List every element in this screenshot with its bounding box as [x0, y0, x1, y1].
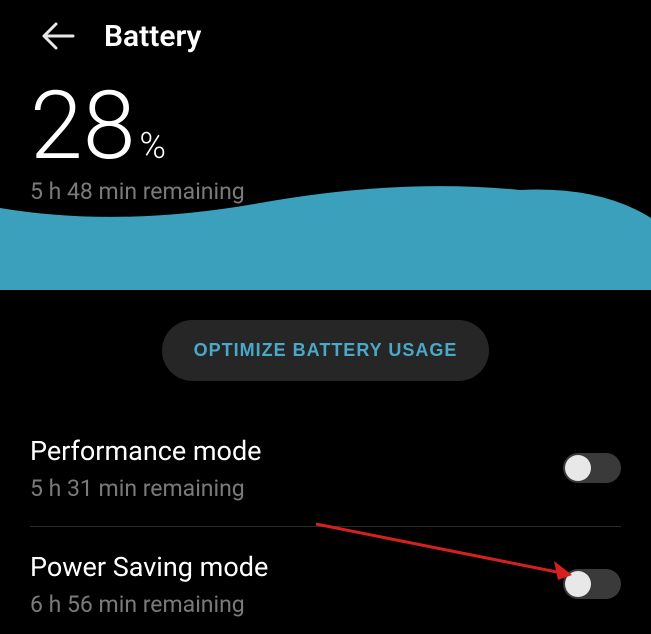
performance-mode-info: Performance mode 5 h 31 min remaining [30, 435, 262, 502]
page-title: Battery [104, 19, 201, 54]
power-saving-mode-info: Power Saving mode 6 h 56 min remaining [30, 551, 268, 618]
performance-mode-subtitle: 5 h 31 min remaining [30, 475, 262, 502]
battery-percentage: 28 % [30, 84, 651, 170]
power-saving-mode-toggle[interactable] [563, 569, 621, 599]
performance-mode-title: Performance mode [30, 435, 262, 467]
performance-mode-item[interactable]: Performance mode 5 h 31 min remaining [30, 419, 621, 527]
header: Battery [0, 0, 651, 64]
power-saving-mode-title: Power Saving mode [30, 551, 268, 583]
back-button[interactable] [40, 18, 76, 54]
battery-percentage-sign: % [139, 125, 166, 167]
power-saving-mode-subtitle: 6 h 56 min remaining [30, 591, 268, 618]
power-saving-mode-item[interactable]: Power Saving mode 6 h 56 min remaining [30, 527, 621, 634]
battery-status-section: 28 % 5 h 48 min remaining [0, 64, 651, 205]
optimize-battery-button[interactable]: OPTIMIZE BATTERY USAGE [162, 320, 490, 381]
performance-mode-toggle[interactable] [563, 453, 621, 483]
battery-remaining-text: 5 h 48 min remaining [30, 178, 651, 205]
power-modes-list: Performance mode 5 h 31 min remaining Po… [0, 381, 651, 634]
toggle-knob [565, 571, 591, 597]
back-arrow-icon [41, 21, 75, 51]
battery-percentage-value: 28 [30, 84, 135, 170]
toggle-knob [565, 455, 591, 481]
